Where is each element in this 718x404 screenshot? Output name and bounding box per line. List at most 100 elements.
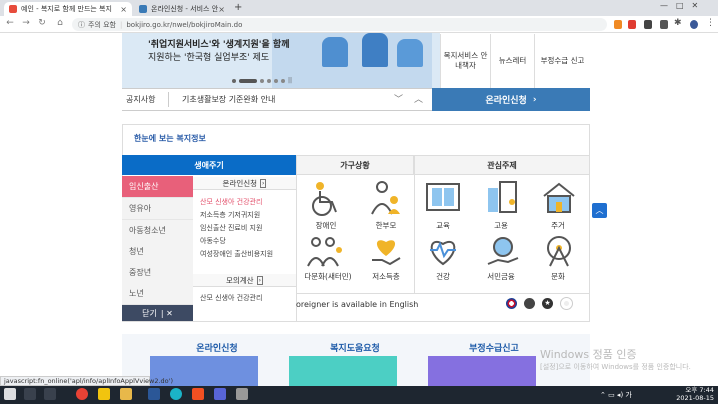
profile-icon[interactable] xyxy=(690,20,698,29)
family-item-single-parent[interactable] xyxy=(366,180,406,220)
online-link[interactable]: 산모 신생아 건강관리 xyxy=(200,197,262,207)
tab-life-cycle[interactable]: 생애주기 xyxy=(122,155,296,175)
nav-newsletter[interactable]: 뉴스레터 xyxy=(490,34,534,88)
edge-icon[interactable] xyxy=(170,388,182,400)
close-tab-icon[interactable]: × xyxy=(120,5,127,14)
activation-watermark: Windows 정품 인증 xyxy=(540,348,637,361)
interest-item-housing[interactable] xyxy=(540,180,578,216)
extension-icon[interactable] xyxy=(660,20,668,29)
extension-icon[interactable] xyxy=(644,20,652,29)
fraud-banner-image[interactable] xyxy=(428,356,536,386)
tab-interest[interactable]: 관심주제 xyxy=(414,155,590,175)
kakaotalk-icon[interactable] xyxy=(98,388,110,400)
interest-item-culture[interactable] xyxy=(540,234,578,270)
folder-icon[interactable] xyxy=(120,388,132,400)
close-tab-icon[interactable]: × xyxy=(218,5,225,14)
puzzle-icon[interactable]: ✱ xyxy=(674,18,682,28)
activation-watermark-sub: [설정]으로 이동하여 Windows를 정품 인증합니다. xyxy=(540,363,691,371)
interest-label: 서민금융 xyxy=(487,272,515,281)
favicon-icon xyxy=(139,5,147,13)
hero-text: '취업지원서비스'와 '생계지원'을 함께 지원하는 '한국형 실업부조' 제도 xyxy=(148,39,290,65)
life-item-child[interactable]: 아동청소년 xyxy=(122,220,193,242)
life-item-infant[interactable]: 영유아 xyxy=(122,198,193,220)
slide-indicators[interactable]: || xyxy=(232,77,292,84)
tab-title: 예인 - 복지로 함께 만드는 복지 xyxy=(21,5,112,13)
search-icon[interactable] xyxy=(24,388,36,400)
clock-date: 2021-08-15 xyxy=(676,394,714,402)
security-label: 주의 요함 xyxy=(88,20,116,29)
clock[interactable]: 오후 7:44 2021-08-15 xyxy=(676,386,714,402)
new-tab-button[interactable]: + xyxy=(234,2,242,13)
tray-icons[interactable]: ⌃ ▭ ◂) 가 xyxy=(600,390,632,400)
life-item-middle-age[interactable]: 중장년 xyxy=(122,262,193,284)
online-link[interactable]: 여성장애인 출산비용지원 xyxy=(200,249,273,259)
family-item-multicultural[interactable] xyxy=(306,234,346,270)
online-link[interactable]: 아동수당 xyxy=(200,236,226,246)
arrow-box-icon: › xyxy=(256,275,263,285)
person-illustration xyxy=(322,37,348,67)
life-item-senior[interactable]: 노년 xyxy=(122,283,193,305)
window-controls[interactable]: —□✕ xyxy=(660,1,706,10)
extension-icon[interactable] xyxy=(628,20,636,29)
online-apply-button[interactable]: 온라인신청 › xyxy=(432,88,590,111)
book-icon xyxy=(426,183,460,211)
teams-icon[interactable] xyxy=(214,388,226,400)
coin-hand-icon xyxy=(487,237,519,265)
life-item-youth[interactable]: 청년 xyxy=(122,241,193,263)
nav-fraud-report[interactable]: 부정수급 신고 xyxy=(534,34,590,88)
interest-label: 주거 xyxy=(551,221,565,230)
online-link[interactable]: 저소득층 기저귀지원 xyxy=(200,210,260,220)
reload-icon[interactable]: ↻ xyxy=(36,18,48,28)
forward-icon[interactable]: → xyxy=(20,18,32,28)
status-bar: javascript:fn_online('apl/info/aplInfoAp… xyxy=(0,376,173,386)
section-title: 한눈에 보는 복지정보 xyxy=(134,134,206,143)
bottom-link-help[interactable]: 복지도움요청 xyxy=(295,341,415,354)
url-field[interactable]: ⓘ 주의 요함 | bokjiro.go.kr/nwel/bokjiroMain… xyxy=(72,18,607,31)
person-illustration xyxy=(397,39,423,67)
online-link[interactable]: 임신출산 진료비 지원 xyxy=(200,223,262,233)
interest-item-finance[interactable] xyxy=(484,234,522,270)
hero-banner[interactable]: '취업지원서비스'와 '생계지원'을 함께 지원하는 '한국형 실업부조' 제도… xyxy=(122,33,440,88)
us-flag-icon[interactable] xyxy=(506,298,517,309)
mock-link[interactable]: 산모 신생아 건강관리 xyxy=(200,293,262,303)
life-item-pregnancy[interactable]: 임신출산 xyxy=(122,176,193,198)
chevron-down-icon[interactable]: ﹀ xyxy=(394,92,403,105)
start-icon[interactable] xyxy=(4,388,16,400)
help-banner-image[interactable] xyxy=(289,356,397,386)
family-item-disabled[interactable] xyxy=(304,180,348,220)
notice-label: 공지사항 xyxy=(126,95,156,104)
store-icon[interactable] xyxy=(148,388,160,400)
interest-item-education[interactable] xyxy=(424,180,462,216)
building-people-icon xyxy=(488,181,517,213)
family-item-low-income[interactable] xyxy=(368,234,404,270)
browser-tab-active[interactable]: 예인 - 복지로 함께 만드는 복지 × xyxy=(4,2,132,16)
bottom-link-fraud[interactable]: 부정수급신고 xyxy=(434,341,554,354)
home-icon[interactable]: ⌂ xyxy=(54,18,66,28)
back-icon[interactable]: ← xyxy=(4,18,16,28)
warning-icon: ⓘ xyxy=(78,20,85,29)
browser-tab[interactable]: 온라인신청 - 서비스 안내 - 신.. × xyxy=(134,2,230,16)
interest-item-health[interactable] xyxy=(424,234,462,270)
dot-icon[interactable] xyxy=(561,298,572,309)
bottom-link-online[interactable]: 온라인신청 xyxy=(157,341,277,354)
close-button[interactable]: 닫기 | ✕ xyxy=(122,305,193,321)
menu-icon[interactable]: ⋮ xyxy=(706,18,715,28)
task-view-icon[interactable] xyxy=(44,388,56,400)
chrome-icon[interactable] xyxy=(76,388,88,400)
notice-text[interactable]: 기초생활보장 기준완화 안내 xyxy=(182,94,275,105)
tab-household[interactable]: 가구상황 xyxy=(296,155,414,175)
scroll-top-button[interactable]: ︿ xyxy=(592,203,607,218)
interest-label: 고용 xyxy=(494,221,508,230)
interest-label: 교육 xyxy=(436,221,450,230)
header-label: 모의계산 xyxy=(225,275,254,285)
heart-hand-icon xyxy=(372,240,401,266)
nav-booklet[interactable]: 복지서비스 안내책자 xyxy=(440,34,490,88)
extension-icon[interactable] xyxy=(614,20,622,29)
office-icon[interactable] xyxy=(192,388,204,400)
interest-item-employment[interactable] xyxy=(484,180,522,216)
house-icon xyxy=(543,182,575,213)
app-icon[interactable] xyxy=(236,388,248,400)
globe-icon[interactable] xyxy=(524,298,535,309)
star-icon[interactable]: ★ xyxy=(542,298,553,309)
chevron-up-icon[interactable]: ︿ xyxy=(414,92,423,105)
